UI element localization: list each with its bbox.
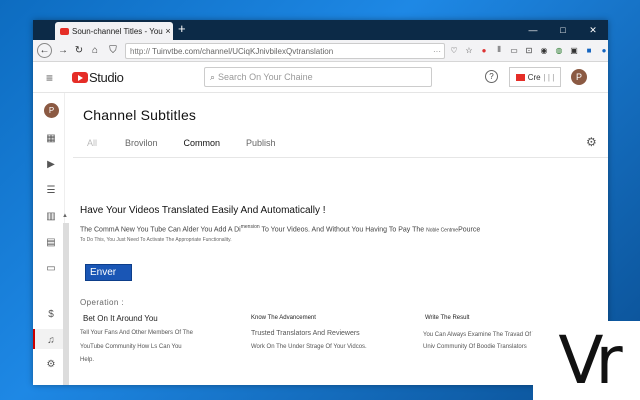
reload-icon[interactable]: ↻ xyxy=(71,42,87,58)
studio-sidebar: P ▦ ▶ ☰ ▥ ▤ ▭ $ ♫ ⚙ ▪ xyxy=(33,93,69,386)
pocket-icon[interactable]: ♡ xyxy=(448,43,460,57)
extension-clip-icon[interactable]: ⊡ xyxy=(523,43,535,57)
new-tab-button[interactable]: + xyxy=(178,21,186,36)
browser-tab[interactable]: Soun-channel Titles - You × xyxy=(55,22,173,40)
desc-sup: mension xyxy=(240,224,260,230)
description-line-2: To Do This, You Just Need To Activate Th… xyxy=(80,237,232,243)
column-2-line-2: Work On The Under Strage Of Your Vidcos. xyxy=(251,344,367,350)
enable-button[interactable]: Enver xyxy=(85,264,132,281)
tab-divider xyxy=(73,157,608,158)
tab-draft[interactable]: Brovilon xyxy=(125,138,158,148)
desc-part-c: To Your Videos. And Without You Having T… xyxy=(261,226,425,234)
search-icon: ⌕ xyxy=(210,71,216,82)
browser-window: Soun-channel Titles - You × + — □ ✕ ← → … xyxy=(33,20,608,385)
videos-icon[interactable]: ▶ xyxy=(41,157,61,171)
tab-close-icon[interactable]: × xyxy=(163,26,173,36)
tab-all[interactable]: All xyxy=(87,138,97,148)
extension-blue-icon[interactable]: ● xyxy=(598,43,608,57)
maximize-button[interactable]: □ xyxy=(548,20,578,40)
url-text: Tuinvtbe.com/channel/UCiqKJnivbilexQvtra… xyxy=(152,46,334,56)
back-arrow-icon[interactable]: ← xyxy=(37,43,52,58)
extension-red-icon[interactable]: ● xyxy=(478,43,490,57)
home-icon[interactable]: ⌂ xyxy=(87,42,103,58)
description-line-1: The CommA New You Tube Can Alder You Add… xyxy=(80,224,480,233)
column-2-header: Know The Advancement xyxy=(251,315,316,321)
analytics-icon[interactable]: ▥ xyxy=(41,209,61,223)
operation-label: Operation : xyxy=(80,298,124,307)
url-prefix: http:// xyxy=(130,46,151,56)
subtitles-side-icon[interactable]: ▭ xyxy=(41,261,61,275)
help-icon[interactable]: ? xyxy=(485,70,498,83)
extension-g-icon[interactable]: ◍ xyxy=(553,43,565,57)
extension-box-icon[interactable]: ▣ xyxy=(568,43,580,57)
studio-logo[interactable]: Studio xyxy=(72,70,124,85)
tab-common[interactable]: Common xyxy=(184,138,221,148)
column-1-header: Bet On It Around You xyxy=(83,314,158,323)
settings-icon[interactable]: ⚙ xyxy=(41,357,61,371)
create-label: Cre xyxy=(527,72,541,82)
column-1-line-3: Help. xyxy=(80,357,95,363)
section-heading: Have Your Videos Translated Easily And A… xyxy=(80,205,326,216)
youtube-favicon-icon xyxy=(60,27,69,35)
extension-o-icon[interactable]: ◉ xyxy=(538,43,550,57)
page-title: Channel Subtitles xyxy=(83,107,197,123)
studio-header: ≡ Studio ⌕ Search On Your Chaine ? Cre |… xyxy=(33,62,608,93)
dashboard-icon[interactable]: ▦ xyxy=(41,131,61,145)
monetization-icon[interactable]: $ xyxy=(41,307,61,321)
library-icon[interactable]: ⫴ xyxy=(493,43,505,57)
tab-row: All Brovilon Common Publish xyxy=(87,138,302,148)
tab-title: Soun-channel Titles - You xyxy=(72,26,163,36)
tab-strip: Soun-channel Titles - You × + — □ ✕ xyxy=(33,20,608,40)
youtube-play-icon xyxy=(72,72,88,83)
column-3-line-2: Univ Community Of Boodie Translators xyxy=(423,344,527,350)
column-2-line-1: Trusted Translators And Reviewers xyxy=(251,330,360,337)
address-bar[interactable]: http:// Tuinvtbe.com/channel/UCiqKJnivbi… xyxy=(125,43,445,59)
shield-icon[interactable]: ⛉ xyxy=(105,42,121,58)
search-placeholder: Search On Your Chaine xyxy=(218,72,313,82)
desc-part-e: Pource xyxy=(458,226,481,234)
site-logo-overlay: Vr xyxy=(533,321,640,400)
sidebar-scrollbar[interactable] xyxy=(62,213,69,385)
create-button[interactable]: Cre | | | xyxy=(509,67,561,87)
audio-library-icon[interactable]: ♫ xyxy=(41,333,61,347)
playlists-icon[interactable]: ☰ xyxy=(41,183,61,197)
bookmark-star-icon[interactable]: ☆ xyxy=(463,43,475,57)
extension-badge-icon[interactable]: ■ xyxy=(583,43,595,57)
desc-small: Noble Cent xyxy=(426,227,452,234)
main-content: Channel Subtitles All Brovilon Common Pu… xyxy=(73,93,608,385)
window-controls: — □ ✕ xyxy=(518,20,608,40)
camera-icon xyxy=(515,73,525,81)
column-1-line-2: YouTube Community How Ls Can You xyxy=(80,344,182,350)
channel-avatar[interactable]: P xyxy=(44,103,59,118)
feedback-icon[interactable]: ▪ xyxy=(41,381,61,386)
sidebar-icon[interactable]: ▭ xyxy=(508,43,520,57)
desc-part-b: A New You Tube Can Alder You Add A Di xyxy=(114,226,241,234)
more-icon[interactable]: ··· xyxy=(433,47,441,56)
comments-icon[interactable]: ▤ xyxy=(41,235,61,249)
column-3-line-1: You Can Always Examine The Travad Of The xyxy=(423,332,543,338)
close-window-button[interactable]: ✕ xyxy=(578,20,608,40)
gear-icon[interactable]: ⚙ xyxy=(586,135,597,149)
search-input[interactable]: ⌕ Search On Your Chaine xyxy=(204,67,432,87)
column-1-line-1: Tell Your Fans And Other Members Of The xyxy=(80,330,193,336)
minimize-button[interactable]: — xyxy=(518,20,548,40)
toolbar-icons: ♡ ☆ ● ⫴ ▭ ⊡ ◉ ◍ ▣ ■ ● ≡ xyxy=(448,43,608,57)
studio-logo-text: Studio xyxy=(89,70,124,85)
tab-publish[interactable]: Publish xyxy=(246,138,276,148)
forward-arrow-icon[interactable]: → xyxy=(55,42,71,58)
avatar[interactable]: P xyxy=(571,69,587,85)
column-3-header: Write The Result xyxy=(425,315,470,321)
navigation-bar: ← → ↻ ⌂ ⛉ http:// Tuinvtbe.com/channel/U… xyxy=(33,40,608,62)
desc-part-a: The Comm xyxy=(80,226,115,234)
hamburger-menu-icon[interactable]: ≡ xyxy=(46,71,53,85)
create-divider: | | | xyxy=(543,72,555,82)
